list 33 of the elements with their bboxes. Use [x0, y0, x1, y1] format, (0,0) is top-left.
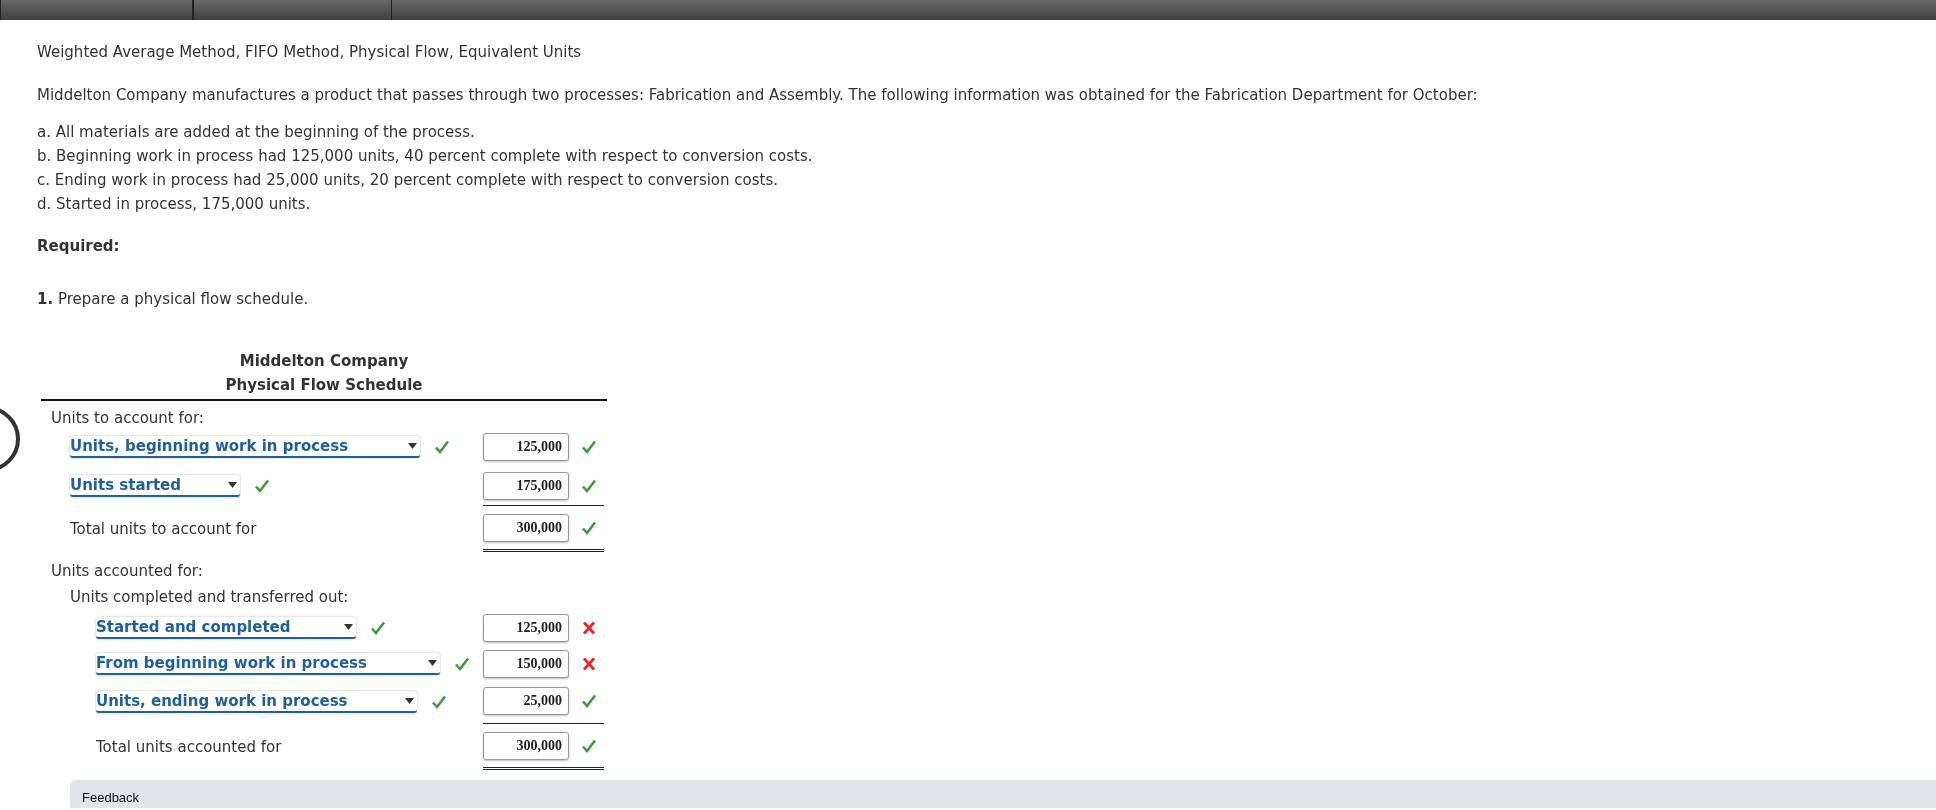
number-field[interactable]: 300,000	[483, 731, 569, 760]
caret-icon	[405, 697, 414, 704]
section-label: Units to account for:	[50, 408, 205, 428]
condition-item: d. Started in process, 175,000 units.	[37, 194, 312, 215]
number-field[interactable]: 150,000	[483, 650, 569, 678]
dropdown[interactable]: Units, beginning work in process	[70, 436, 420, 458]
condition-item: b. Beginning work in process had 125,000 units, 40 percent complete with respect to conversion costs.	[37, 146, 814, 167]
number-field[interactable]: 25,000	[483, 687, 569, 715]
caret-icon	[408, 443, 417, 449]
section-label: Units accounted for:	[50, 561, 204, 581]
number-field[interactable]: 300,000	[483, 513, 569, 542]
caret-icon	[428, 660, 437, 666]
caret-icon	[228, 482, 237, 488]
intro-paragraph: Middelton Company manufactures a product that passes through two processes: Fabrication and Assembly. The following information was obtained for the Fabrication Department for October:	[37, 85, 1479, 105]
section-sublabel: Units completed and transferred out:	[69, 587, 350, 607]
dropdown[interactable]: From beginning work in process	[96, 653, 440, 675]
dropdown[interactable]: Units, ending work in process	[96, 690, 417, 713]
feedback-label: Feedback	[82, 790, 140, 805]
heading: Weighted Average Method, FIFO Method, Physical Flow, Equivalent Units	[37, 42, 583, 62]
dropdown[interactable]: Units started	[70, 475, 240, 497]
total-label: Total units to account for	[70, 519, 257, 539]
number-field[interactable]: 125,000	[483, 614, 569, 642]
task-text: 1. Prepare a physical flow schedule.	[37, 289, 310, 309]
schedule-title: Physical Flow Schedule	[225, 375, 423, 396]
number-field[interactable]: 175,000	[483, 471, 569, 500]
total-label: Total units accounted for	[96, 737, 282, 757]
schedule-company: Middelton Company	[239, 351, 409, 372]
condition-item: a. All materials are added at the beginning of the process.	[37, 122, 476, 143]
caret-icon	[344, 624, 353, 630]
condition-item: c. Ending work in process had 25,000 units, 20 percent complete with respect to conversion costs.	[37, 170, 780, 191]
required-label: Required:	[37, 236, 121, 256]
number-field[interactable]: 125,000	[483, 433, 569, 461]
dropdown[interactable]: Started and completed	[96, 617, 356, 639]
